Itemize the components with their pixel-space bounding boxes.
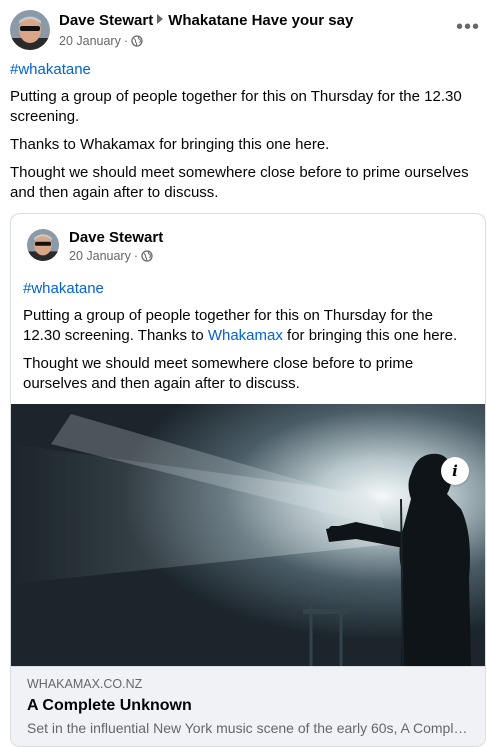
post-header: Dave Stewart Whakatane Have your say 20 J… (10, 10, 480, 52)
shared-author-name[interactable]: Dave Stewart (69, 229, 163, 246)
shared-meta-separator: · (133, 249, 139, 263)
globe-icon (131, 35, 143, 47)
info-icon[interactable]: i (441, 457, 469, 485)
globe-icon (141, 250, 153, 262)
link-description: Set in the influential New York music sc… (27, 720, 471, 736)
author-avatar[interactable] (10, 10, 50, 50)
shared-author-avatar[interactable] (27, 229, 59, 261)
post-date[interactable]: 20 January (59, 34, 121, 48)
hashtag-link[interactable]: #whakatane (10, 61, 91, 78)
author-name[interactable]: Dave Stewart (59, 12, 153, 29)
post-text-paragraph-1: Putting a group of people together for t… (10, 88, 462, 125)
shared-hashtag-link[interactable]: #whakatane (23, 280, 104, 297)
shared-text-paragraph-1: Putting a group of people together for t… (23, 306, 473, 345)
shared-post-card[interactable]: Dave Stewart 20 January · #whakatane Put… (10, 213, 486, 747)
link-title[interactable]: A Complete Unknown (27, 697, 192, 715)
post-text-paragraph-3: Thought we should meet somewhere close b… (10, 164, 469, 201)
link-preview-image[interactable] (11, 404, 485, 666)
link-preview-footer[interactable]: WHAKAMAX.CO.NZ A Complete Unknown Set in… (11, 666, 485, 746)
meta-separator: · (123, 34, 129, 48)
shared-text-paragraph-2: Thought we should meet somewhere close b… (23, 355, 414, 392)
link-domain: WHAKAMAX.CO.NZ (27, 677, 143, 691)
whakamax-link[interactable]: Whakamax (208, 327, 283, 344)
shared-to-arrow-icon (157, 14, 164, 24)
facebook-post: Dave Stewart Whakatane Have your say 20 J… (0, 0, 487, 747)
post-text-paragraph-2: Thanks to Whakamax for bringing this one… (10, 136, 330, 153)
post-meta: 20 January · (59, 34, 143, 48)
shared-post-meta: 20 January · (69, 249, 153, 263)
more-options-icon[interactable]: ••• (456, 17, 480, 37)
shared-post-date[interactable]: 20 January (69, 249, 131, 263)
shared-text-after-link: for bringing this one here. (282, 326, 458, 344)
author-line: Dave Stewart Whakatane Have your say (59, 12, 353, 29)
group-name[interactable]: Whakatane Have your say (168, 12, 353, 29)
